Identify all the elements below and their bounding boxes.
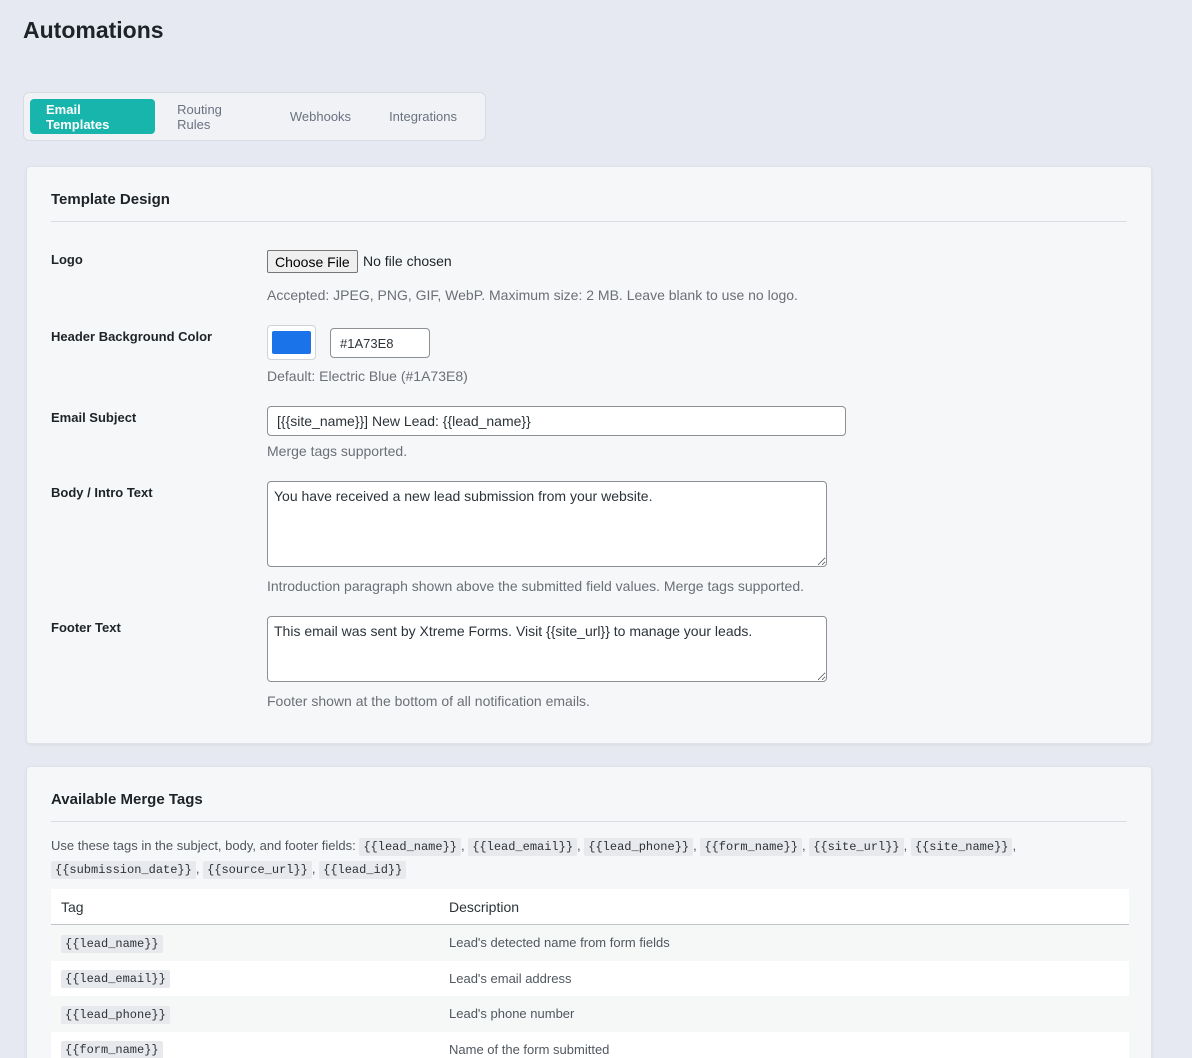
table-body: {{lead_name}} Lead's detected name from … xyxy=(51,925,1129,1058)
intro-text: Use these tags in the subject, body, and… xyxy=(51,838,356,853)
merge-tags-card: Available Merge Tags Use these tags in t… xyxy=(26,766,1152,1058)
description-cell: Lead's email address xyxy=(449,970,572,986)
tab-webhooks[interactable]: Webhooks xyxy=(274,99,367,134)
merge-tags-table: Tag Description {{lead_name}} Lead's det… xyxy=(51,889,1129,1058)
description-cell: Name of the form submitted xyxy=(449,1041,610,1057)
footer-text-help: Footer shown at the bottom of all notifi… xyxy=(267,693,590,709)
header-color-help: Default: Electric Blue (#1A73E8) xyxy=(267,368,468,384)
table-row: {{lead_email}} Lead's email address xyxy=(51,960,1129,996)
merge-tag: {{lead_name}} xyxy=(359,838,461,856)
file-status: No file chosen xyxy=(363,253,452,269)
merge-tag: {{site_url}} xyxy=(809,838,904,856)
header-color-input[interactable] xyxy=(330,328,430,358)
card-title: Template Design xyxy=(51,191,170,208)
color-picker[interactable] xyxy=(267,325,316,360)
footer-text-textarea[interactable]: This email was sent by Xtreme Forms. Vis… xyxy=(267,616,827,682)
logo-label: Logo xyxy=(51,252,83,267)
merge-tag: {{site_name}} xyxy=(910,838,1013,856)
column-header-tag: Tag xyxy=(61,898,84,915)
merge-tag: {{lead_id}} xyxy=(319,861,407,879)
description-cell: Lead's phone number xyxy=(449,1006,575,1022)
table-row: {{form_name}} Name of the form submitted xyxy=(51,1031,1129,1058)
tag-cell: {{form_name}} xyxy=(51,1041,449,1058)
merge-tag: {{source_url}} xyxy=(203,861,312,879)
page-title: Automations xyxy=(23,17,164,43)
table-row: {{lead_phone}} Lead's phone number xyxy=(51,996,1129,1032)
merge-tag: {{lead_name}} xyxy=(61,934,163,953)
email-subject-input[interactable] xyxy=(267,406,846,436)
tab-bar: Email Templates Routing Rules Webhooks I… xyxy=(23,92,486,141)
column-header-description: Description xyxy=(449,898,520,915)
merge-tag: {{form_name}} xyxy=(700,838,802,856)
header-color-label: Header Background Color xyxy=(51,329,213,344)
email-subject-label: Email Subject xyxy=(51,410,137,425)
tab-email-templates[interactable]: Email Templates xyxy=(30,99,156,134)
color-swatch xyxy=(272,331,311,354)
merge-tag: {{lead_email}} xyxy=(468,838,578,856)
table-row: {{lead_name}} Lead's detected name from … xyxy=(51,925,1129,961)
template-design-card: Template Design Logo Choose File No file… xyxy=(26,166,1152,744)
divider xyxy=(51,821,1127,822)
card-title: Available Merge Tags xyxy=(51,791,203,808)
merge-tag: {{lead_phone}} xyxy=(61,1005,170,1024)
tab-routing-rules[interactable]: Routing Rules xyxy=(161,99,268,134)
merge-tags-intro: Use these tags in the subject, body, and… xyxy=(51,838,1017,879)
merge-tag: {{lead_email}} xyxy=(61,970,170,989)
choose-file-button[interactable]: Choose File xyxy=(267,250,358,273)
logo-help: Accepted: JPEG, PNG, GIF, WebP. Maximum … xyxy=(267,287,798,303)
email-subject-help: Merge tags supported. xyxy=(267,443,408,459)
table-header: Tag Description xyxy=(51,889,1129,925)
tag-cell: {{lead_email}} xyxy=(51,970,449,989)
merge-tag: {{submission_date}} xyxy=(51,861,196,879)
merge-tag: {{form_name}} xyxy=(61,1041,163,1058)
body-text-help: Introduction paragraph shown above the s… xyxy=(267,578,804,594)
body-text-textarea[interactable]: You have received a new lead submission … xyxy=(267,481,827,567)
body-text-label: Body / Intro Text xyxy=(51,485,153,500)
merge-tag: {{lead_phone}} xyxy=(584,838,694,856)
tag-cell: {{lead_phone}} xyxy=(51,1005,449,1024)
footer-text-label: Footer Text xyxy=(51,620,121,635)
tag-cell: {{lead_name}} xyxy=(51,934,449,953)
description-cell: Lead's detected name from form fields xyxy=(449,935,670,951)
tab-integrations[interactable]: Integrations xyxy=(373,99,473,134)
divider xyxy=(51,221,1127,222)
